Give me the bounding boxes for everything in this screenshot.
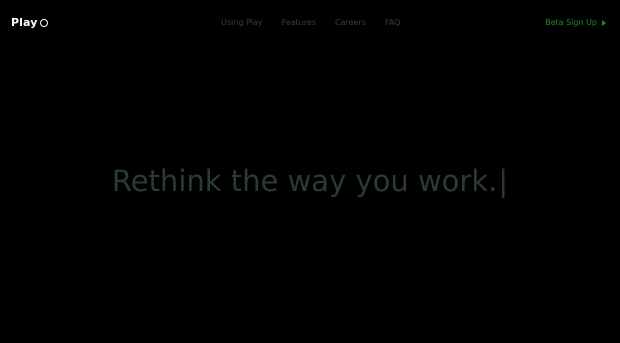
typing-cursor: | [498,164,509,198]
beta-signup-link[interactable]: Beta Sign Up [545,18,606,27]
hero-headline: Rethink the way you work. [111,164,498,198]
nav-item-faq[interactable]: FAQ [385,18,401,27]
page: Play Using Play Features Careers FAQ Bet… [0,0,620,343]
beta-signup-label: Beta Sign Up [545,18,597,27]
nav-item-careers[interactable]: Careers [335,18,366,27]
top-navigation: Play Using Play Features Careers FAQ Bet… [0,0,620,48]
nav-item-features[interactable]: Features [282,18,316,27]
nav-item-using-play[interactable]: Using Play [221,18,263,27]
hero: Rethink the way you work.| [0,164,620,198]
logo-circle-icon [39,18,48,27]
chevron-right-icon [602,19,606,26]
logo-link[interactable]: Play [11,16,48,29]
nav-links: Using Play Features Careers FAQ [221,18,400,27]
logo-text: Play [11,16,38,29]
